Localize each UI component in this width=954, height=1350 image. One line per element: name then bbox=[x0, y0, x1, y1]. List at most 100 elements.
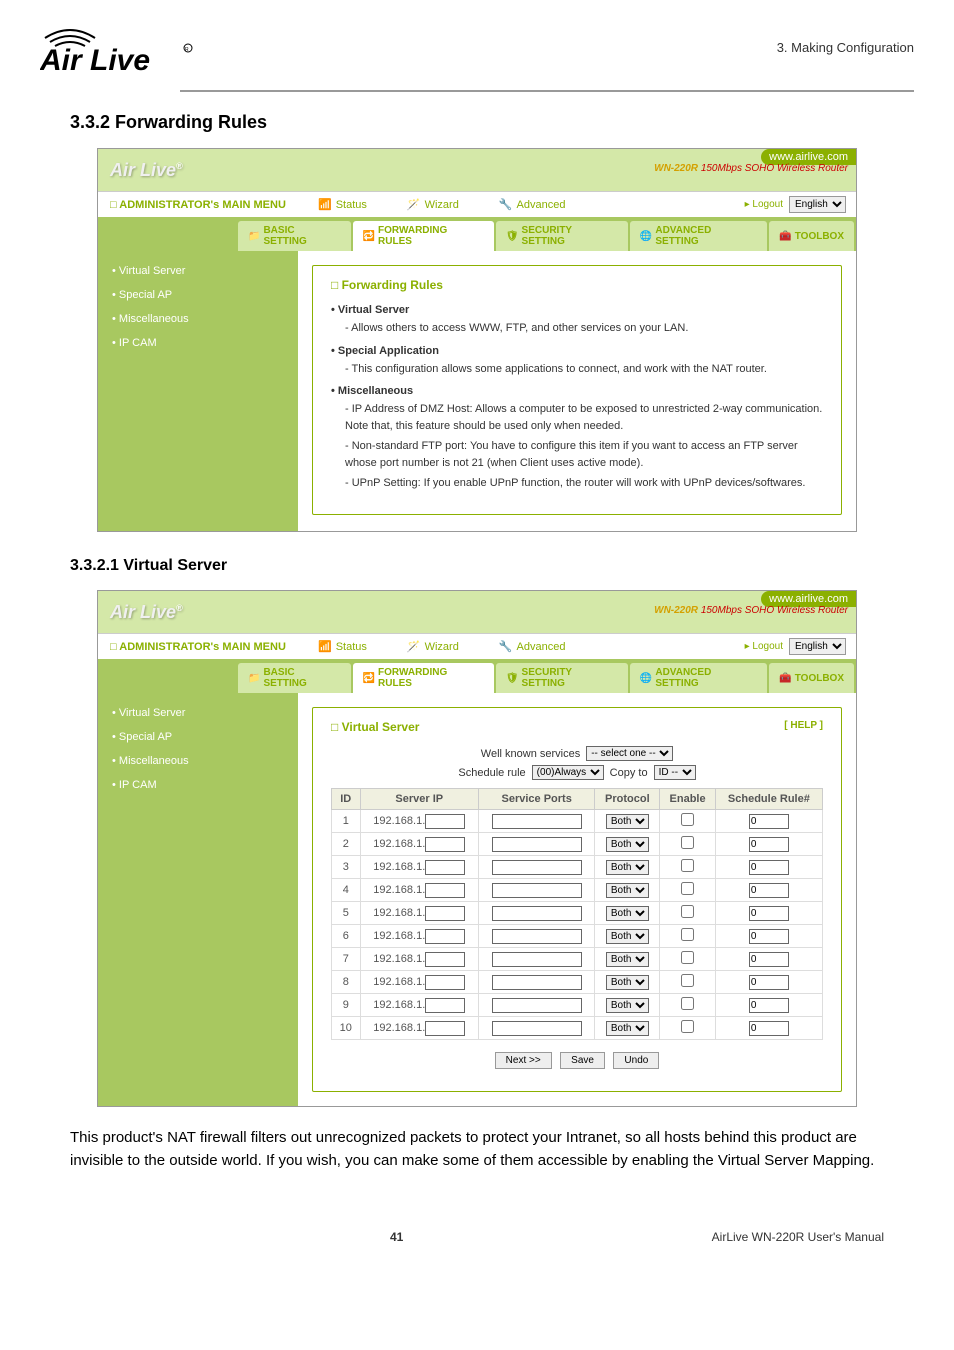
sidebar-item-miscellaneous[interactable]: Miscellaneous bbox=[98, 307, 298, 331]
server-ip-input[interactable] bbox=[425, 883, 465, 898]
schedule-rule-input[interactable] bbox=[749, 975, 789, 990]
service-ports-input[interactable] bbox=[492, 906, 582, 921]
enable-checkbox[interactable] bbox=[681, 1020, 694, 1033]
enable-checkbox[interactable] bbox=[681, 882, 694, 895]
tab-security-setting[interactable]: 🛡SECURITY SETTING bbox=[496, 221, 628, 251]
sidebar-item-miscellaneous-2[interactable]: Miscellaneous bbox=[98, 749, 298, 773]
save-button[interactable]: Save bbox=[560, 1052, 605, 1069]
sidebar-item-virtual-server-2[interactable]: Virtual Server bbox=[98, 701, 298, 725]
language-select-2[interactable]: English bbox=[789, 638, 846, 655]
sidebar-item-special-ap[interactable]: Special AP bbox=[98, 283, 298, 307]
schedule-rule-input[interactable] bbox=[749, 883, 789, 898]
table-row: 1192.168.1.Both bbox=[332, 810, 823, 833]
schedule-rule-select[interactable]: (00)Always bbox=[532, 765, 604, 780]
logout-link-2[interactable]: ▸ Logout bbox=[745, 641, 783, 652]
service-ports-input[interactable] bbox=[492, 814, 582, 829]
tab-security-setting-2[interactable]: 🛡SECURITY SETTING bbox=[496, 663, 628, 693]
enable-checkbox[interactable] bbox=[681, 836, 694, 849]
help-link[interactable]: [ HELP ] bbox=[784, 720, 823, 731]
schedule-rule-input[interactable] bbox=[749, 837, 789, 852]
manual-title: AirLive WN-220R User's Manual bbox=[712, 1230, 884, 1244]
enable-checkbox[interactable] bbox=[681, 859, 694, 872]
advanced-link-2[interactable]: 🔧Advanced bbox=[479, 640, 586, 653]
protocol-select[interactable]: Both bbox=[606, 883, 649, 898]
server-ip-input[interactable] bbox=[425, 975, 465, 990]
schedule-rule-input[interactable] bbox=[749, 1021, 789, 1036]
tab-basic-setting[interactable]: 📁BASIC SETTING bbox=[238, 221, 351, 251]
advanced-link[interactable]: 🔧Advanced bbox=[479, 198, 586, 211]
enable-checkbox[interactable] bbox=[681, 905, 694, 918]
well-known-label: Well known services bbox=[481, 748, 580, 760]
copy-to-select[interactable]: ID -- bbox=[654, 765, 696, 780]
enable-checkbox[interactable] bbox=[681, 928, 694, 941]
tab-toolbox-2[interactable]: 🧰TOOLBOX bbox=[769, 663, 854, 693]
service-ports-input[interactable] bbox=[492, 883, 582, 898]
protocol-select[interactable]: Both bbox=[606, 998, 649, 1013]
sidebar-item-ip-cam-2[interactable]: IP CAM bbox=[98, 773, 298, 797]
tab-forwarding-rules-2[interactable]: 🔁FORWARDING RULES bbox=[353, 663, 494, 693]
protocol-select[interactable]: Both bbox=[606, 814, 649, 829]
tab-advanced-setting[interactable]: 🌐ADVANCED SETTING bbox=[630, 221, 767, 251]
wizard-icon: 🪄 bbox=[407, 198, 421, 211]
enable-checkbox[interactable] bbox=[681, 997, 694, 1010]
enable-checkbox[interactable] bbox=[681, 974, 694, 987]
schedule-rule-input[interactable] bbox=[749, 906, 789, 921]
language-select[interactable]: English bbox=[789, 196, 846, 213]
service-ports-input[interactable] bbox=[492, 837, 582, 852]
bullet-sub: Allows others to access WWW, FTP, and ot… bbox=[345, 320, 823, 337]
server-ip-input[interactable] bbox=[425, 1021, 465, 1036]
table-row: 8192.168.1.Both bbox=[332, 971, 823, 994]
server-ip-input[interactable] bbox=[425, 860, 465, 875]
status-link-2[interactable]: 📶Status bbox=[298, 640, 387, 653]
sidebar-item-ip-cam[interactable]: IP CAM bbox=[98, 331, 298, 355]
server-ip-cell: 192.168.1. bbox=[360, 971, 479, 994]
sidebar-item-special-ap-2[interactable]: Special AP bbox=[98, 725, 298, 749]
service-ports-input[interactable] bbox=[492, 1021, 582, 1036]
service-ports-input[interactable] bbox=[492, 860, 582, 875]
wizard-link[interactable]: 🪄Wizard bbox=[387, 198, 479, 211]
protocol-select[interactable]: Both bbox=[606, 975, 649, 990]
shield-icon: 🛡 bbox=[506, 673, 519, 684]
schedule-rule-input[interactable] bbox=[749, 998, 789, 1013]
model-info-2: WN-220R 150Mbps SOHO Wireless Router bbox=[654, 605, 848, 616]
tab-forwarding-rules[interactable]: 🔁FORWARDING RULES bbox=[353, 221, 494, 251]
page-header: Air Live R 3. Making Configuration bbox=[0, 0, 954, 90]
enable-checkbox[interactable] bbox=[681, 813, 694, 826]
protocol-select[interactable]: Both bbox=[606, 837, 649, 852]
protocol-select[interactable]: Both bbox=[606, 929, 649, 944]
protocol-select[interactable]: Both bbox=[606, 860, 649, 875]
server-ip-input[interactable] bbox=[425, 814, 465, 829]
tab-advanced-setting-2[interactable]: 🌐ADVANCED SETTING bbox=[630, 663, 767, 693]
service-ports-input[interactable] bbox=[492, 975, 582, 990]
tab-toolbox[interactable]: 🧰TOOLBOX bbox=[769, 221, 854, 251]
logout-link[interactable]: ▸ Logout bbox=[745, 199, 783, 210]
schedule-rule-input[interactable] bbox=[749, 929, 789, 944]
protocol-select[interactable]: Both bbox=[606, 952, 649, 967]
enable-checkbox[interactable] bbox=[681, 951, 694, 964]
service-ports-input[interactable] bbox=[492, 952, 582, 967]
service-ports-input[interactable] bbox=[492, 929, 582, 944]
server-ip-input[interactable] bbox=[425, 837, 465, 852]
table-header: Protocol bbox=[595, 789, 660, 810]
wizard-link-2[interactable]: 🪄Wizard bbox=[387, 640, 479, 653]
protocol-select[interactable]: Both bbox=[606, 1021, 649, 1036]
server-ip-input[interactable] bbox=[425, 998, 465, 1013]
sidebar-item-virtual-server[interactable]: Virtual Server bbox=[98, 259, 298, 283]
server-ip-input[interactable] bbox=[425, 952, 465, 967]
server-ip-input[interactable] bbox=[425, 906, 465, 921]
body-text: This product's NAT firewall filters out … bbox=[70, 1127, 884, 1172]
status-link[interactable]: 📶Status bbox=[298, 198, 387, 211]
schedule-rule-input[interactable] bbox=[749, 860, 789, 875]
schedule-rule-input[interactable] bbox=[749, 814, 789, 829]
table-row: 7192.168.1.Both bbox=[332, 948, 823, 971]
well-known-select[interactable]: -- select one -- bbox=[586, 746, 673, 761]
server-ip-input[interactable] bbox=[425, 929, 465, 944]
tab-basic-setting-2[interactable]: 📁BASIC SETTING bbox=[238, 663, 351, 693]
server-ip-cell: 192.168.1. bbox=[360, 1017, 479, 1040]
undo-button[interactable]: Undo bbox=[613, 1052, 659, 1069]
protocol-select[interactable]: Both bbox=[606, 906, 649, 921]
next-button[interactable]: Next >> bbox=[495, 1052, 552, 1069]
schedule-rule-input[interactable] bbox=[749, 952, 789, 967]
service-ports-input[interactable] bbox=[492, 998, 582, 1013]
copy-to-label: Copy to bbox=[610, 767, 648, 779]
